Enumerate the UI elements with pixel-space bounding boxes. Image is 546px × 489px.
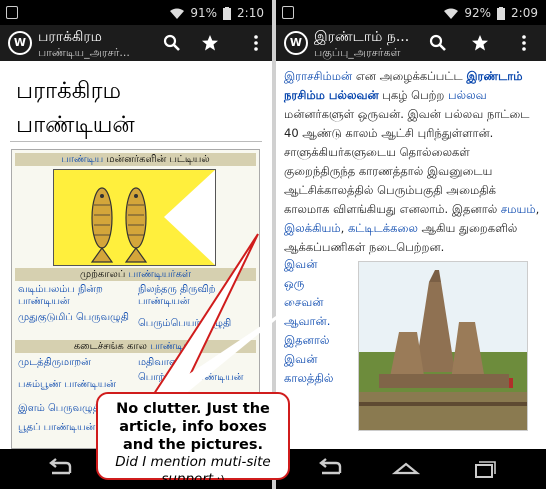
callout-pointer-mask: [150, 300, 300, 400]
callout-extra-text: Did I mention muti-site support :): [104, 454, 282, 488]
callout-main-text: No clutter. Just the article, info boxes…: [116, 401, 270, 453]
callout-extra: Did I mention muti-site support: [115, 454, 271, 487]
callout-smiley: :): [213, 473, 225, 486]
callout-box: No clutter. Just the article, info boxes…: [96, 392, 290, 487]
